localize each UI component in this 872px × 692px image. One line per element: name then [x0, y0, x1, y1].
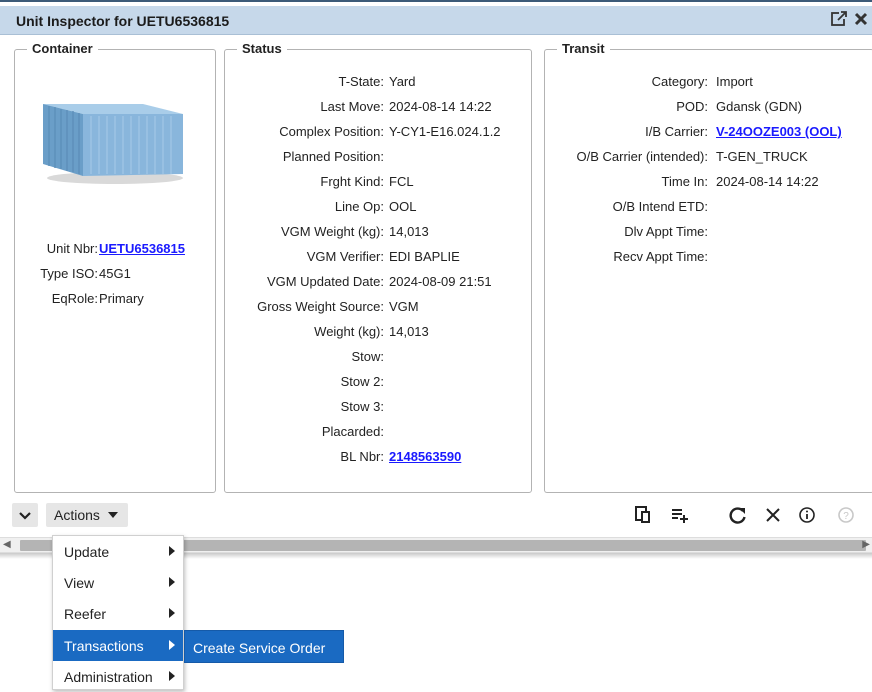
weight-value: 14,013: [389, 324, 429, 339]
t-state-label: T-State:: [338, 74, 384, 89]
shipping-container-image: [35, 94, 185, 186]
copy-icon[interactable]: [633, 504, 655, 526]
actions-label: Actions: [54, 507, 100, 523]
recv-appt-time-label: Recv Appt Time:: [613, 249, 708, 264]
frght-kind-label: Frght Kind:: [320, 174, 384, 189]
scroll-left-icon[interactable]: ◀: [3, 539, 11, 550]
menu-item-label: View: [64, 575, 95, 591]
menu-item-update[interactable]: Update: [53, 536, 183, 567]
svg-text:?: ?: [843, 511, 849, 522]
menu-item-label: Transactions: [64, 638, 144, 654]
window-title: Unit Inspector for UETU6536815: [16, 13, 230, 29]
type-iso-value: 45G1: [99, 266, 131, 281]
pod-value: Gdansk (GDN): [716, 99, 802, 114]
planned-position-label: Planned Position:: [282, 149, 384, 164]
last-move-label: Last Move:: [320, 99, 384, 114]
eqrole-value: Primary: [99, 291, 144, 306]
container-panel: Container Unit Nbr: UETU6536815 Type ISO…: [14, 41, 216, 493]
close-icon[interactable]: [762, 504, 784, 526]
menu-item-label: Reefer: [64, 606, 107, 622]
unit-nbr-label: Unit Nbr:: [46, 241, 98, 256]
eqrole-label: EqRole:: [51, 291, 98, 306]
submenu-arrow-icon: [169, 546, 175, 556]
menu-item-label: Update: [64, 544, 110, 560]
info-icon[interactable]: [796, 504, 818, 526]
popout-icon[interactable]: [830, 10, 848, 28]
vgm-weight-label: VGM Weight (kg):: [280, 224, 384, 239]
line-op-label: Line Op:: [334, 199, 384, 214]
bl-nbr-label: BL Nbr:: [340, 449, 384, 464]
submenu-create-service-order[interactable]: Create Service Order: [184, 630, 344, 663]
menu-item-reefer[interactable]: Reefer: [53, 598, 183, 629]
refresh-icon[interactable]: [727, 504, 749, 526]
submenu-item-label: Create Service Order: [193, 640, 326, 656]
menu-item-view[interactable]: View: [53, 567, 183, 598]
vgm-updated-date-value: 2024-08-09 21:51: [389, 274, 492, 289]
unit-nbr-link[interactable]: UETU6536815: [99, 241, 185, 256]
complex-position-label: Complex Position:: [279, 124, 384, 139]
status-legend: Status: [237, 41, 287, 56]
submenu-arrow-icon: [169, 671, 175, 681]
help-icon[interactable]: ?: [835, 504, 857, 526]
time-in-label: Time In:: [661, 174, 708, 189]
menu-item-transactions[interactable]: Transactions: [53, 630, 183, 661]
stow-3-label: Stow 3:: [340, 399, 384, 414]
stow-2-label: Stow 2:: [340, 374, 384, 389]
frght-kind-value: FCL: [389, 174, 414, 189]
submenu-arrow-icon: [169, 577, 175, 587]
category-label: Category:: [651, 74, 708, 89]
line-op-value: OOL: [389, 199, 417, 214]
collapse-button[interactable]: [12, 503, 38, 527]
stow-label: Stow:: [351, 349, 384, 364]
menu-item-administration[interactable]: Administration: [53, 661, 183, 692]
status-panel: Status T-State: Yard Last Move: 2024-08-…: [224, 41, 532, 493]
bl-nbr-link[interactable]: 2148563590: [389, 449, 461, 464]
last-move-value: 2024-08-14 14:22: [389, 99, 492, 114]
actions-menu: Update View Reefer Transactions Administ…: [52, 535, 184, 690]
ob-carrier-label: O/B Carrier (intended):: [576, 149, 709, 164]
add-list-icon[interactable]: [669, 504, 691, 526]
vgm-weight-value: 14,013: [389, 224, 429, 239]
vgm-updated-date-label: VGM Updated Date:: [266, 274, 384, 289]
ob-carrier-value: T-GEN_TRUCK: [716, 149, 808, 164]
container-legend: Container: [27, 41, 98, 56]
category-value: Import: [716, 74, 753, 89]
transit-panel: Transit Category: Import POD: Gdansk (GD…: [544, 41, 872, 493]
close-window-icon[interactable]: [854, 10, 872, 28]
vgm-verifier-value: EDI BAPLIE: [389, 249, 460, 264]
bottom-toolbar: Actions ?: [0, 497, 872, 533]
placarded-label: Placarded:: [321, 424, 384, 439]
chevron-down-icon: [19, 512, 31, 520]
gross-weight-source-label: Gross Weight Source:: [257, 299, 384, 314]
submenu-arrow-icon: [169, 608, 175, 618]
transit-legend: Transit: [557, 41, 610, 56]
pod-label: POD:: [676, 99, 708, 114]
window-titlebar: Unit Inspector for UETU6536815: [0, 6, 872, 35]
vgm-verifier-label: VGM Verifier:: [306, 249, 384, 264]
time-in-value: 2024-08-14 14:22: [716, 174, 819, 189]
dlv-appt-time-label: Dlv Appt Time:: [624, 224, 708, 239]
gross-weight-source-value: VGM: [389, 299, 419, 314]
menu-item-label: Administration: [64, 669, 153, 685]
caret-down-icon: [107, 512, 118, 518]
actions-button[interactable]: Actions: [46, 503, 128, 527]
ob-intend-etd-label: O/B Intend ETD:: [612, 199, 708, 214]
ib-carrier-label: I/B Carrier:: [645, 124, 708, 139]
ib-carrier-link[interactable]: V-24OOZE003 (OOL): [716, 124, 842, 139]
type-iso-label: Type ISO:: [40, 266, 98, 281]
complex-position-value: Y-CY1-E16.024.1.2: [389, 124, 501, 139]
window-top-border: [0, 0, 872, 4]
t-state-value: Yard: [389, 74, 416, 89]
weight-label: Weight (kg):: [314, 324, 384, 339]
submenu-arrow-icon: [169, 640, 175, 650]
scroll-right-icon[interactable]: ▶: [862, 539, 870, 550]
